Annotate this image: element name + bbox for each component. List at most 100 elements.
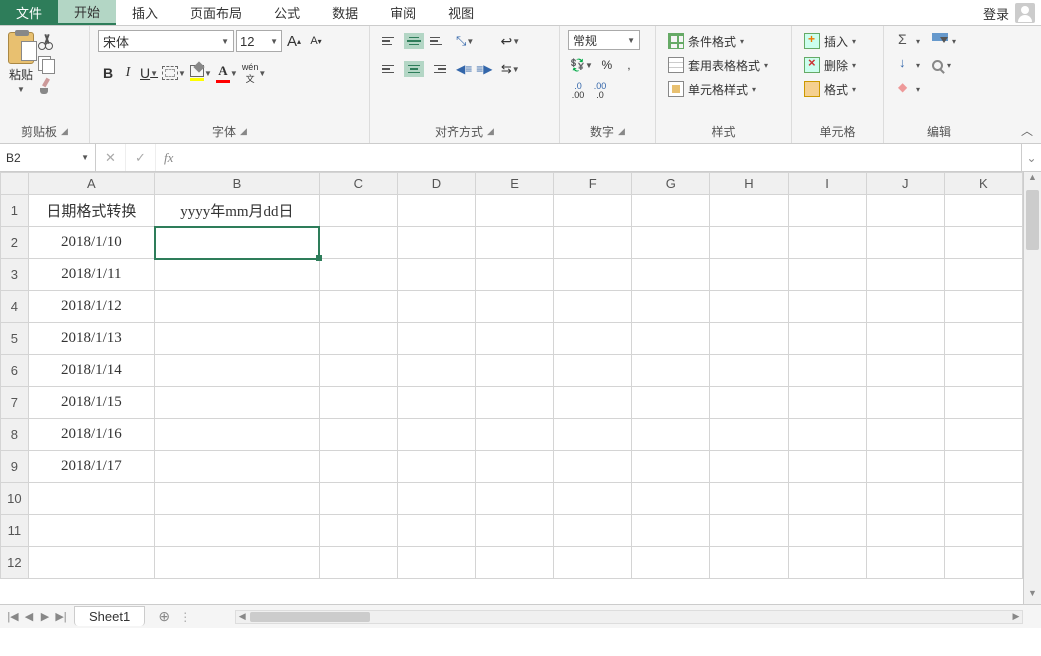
cell-A6[interactable]: 2018/1/14 xyxy=(28,355,154,387)
cell-G1[interactable] xyxy=(632,195,710,227)
cell-F10[interactable] xyxy=(554,483,632,515)
cell-A10[interactable] xyxy=(28,483,154,515)
col-header-B[interactable]: B xyxy=(155,173,320,195)
cell-G4[interactable] xyxy=(632,291,710,323)
cell-K1[interactable] xyxy=(944,195,1022,227)
cell-J3[interactable] xyxy=(866,259,944,291)
cell-J9[interactable] xyxy=(866,451,944,483)
cell-F11[interactable] xyxy=(554,515,632,547)
decrease-indent-button[interactable]: ◀≡ xyxy=(454,58,474,80)
font-dialog-launcher[interactable]: ◢ xyxy=(240,126,247,137)
cell-I10[interactable] xyxy=(788,483,866,515)
fx-button[interactable]: fx xyxy=(156,150,181,166)
cell-D8[interactable] xyxy=(397,419,475,451)
currency-button[interactable]: 💱▼ xyxy=(568,54,595,76)
cell-H4[interactable] xyxy=(710,291,788,323)
borders-button[interactable]: ▼ xyxy=(160,62,188,84)
autosum-button[interactable]: ▾ xyxy=(892,30,924,52)
increase-indent-button[interactable]: ≡▶ xyxy=(474,58,494,80)
cell-D2[interactable] xyxy=(397,227,475,259)
cell-K7[interactable] xyxy=(944,387,1022,419)
merge-cells-button[interactable]: ⇆▼ xyxy=(498,58,522,80)
prev-sheet-button[interactable]: ◀ xyxy=(22,610,36,623)
cell-C1[interactable] xyxy=(319,195,397,227)
cell-K2[interactable] xyxy=(944,227,1022,259)
cell-E3[interactable] xyxy=(476,259,554,291)
row-header-3[interactable]: 3 xyxy=(1,259,29,291)
cell-J12[interactable] xyxy=(866,547,944,579)
col-header-A[interactable]: A xyxy=(28,173,154,195)
expand-formula-bar-button[interactable]: ⌄ xyxy=(1021,144,1041,171)
last-sheet-button[interactable]: ▶| xyxy=(54,610,68,623)
cell-A3[interactable]: 2018/1/11 xyxy=(28,259,154,291)
add-sheet-button[interactable]: ⊕ xyxy=(153,608,175,626)
alignment-dialog-launcher[interactable]: ◢ xyxy=(487,126,494,137)
font-color-button[interactable]: A▼ xyxy=(214,62,240,84)
cell-J11[interactable] xyxy=(866,515,944,547)
enter-formula-button[interactable]: ✓ xyxy=(126,144,156,171)
cell-B10[interactable] xyxy=(155,483,320,515)
row-header-4[interactable]: 4 xyxy=(1,291,29,323)
wrap-text-button[interactable]: ↩▼ xyxy=(498,30,522,52)
row-header-9[interactable]: 9 xyxy=(1,451,29,483)
italic-button[interactable]: I xyxy=(118,62,138,84)
cell-F5[interactable] xyxy=(554,323,632,355)
increase-decimal-button[interactable]: .0.00 xyxy=(568,80,588,102)
cell-I3[interactable] xyxy=(788,259,866,291)
cell-J8[interactable] xyxy=(866,419,944,451)
cell-E7[interactable] xyxy=(476,387,554,419)
cell-E6[interactable] xyxy=(476,355,554,387)
clear-button[interactable]: ▾ xyxy=(892,78,924,100)
cell-F9[interactable] xyxy=(554,451,632,483)
cell-K9[interactable] xyxy=(944,451,1022,483)
cell-D1[interactable] xyxy=(397,195,475,227)
cell-K3[interactable] xyxy=(944,259,1022,291)
cell-I2[interactable] xyxy=(788,227,866,259)
cell-K5[interactable] xyxy=(944,323,1022,355)
cell-G10[interactable] xyxy=(632,483,710,515)
menu-tab-home[interactable]: 开始 xyxy=(58,0,116,25)
cell-I1[interactable] xyxy=(788,195,866,227)
cell-D3[interactable] xyxy=(397,259,475,291)
font-size-select[interactable]: 12▼ xyxy=(236,30,282,52)
cell-D11[interactable] xyxy=(397,515,475,547)
conditional-format-button[interactable]: 条件格式▾ xyxy=(664,30,748,52)
phonetic-button[interactable]: wén文▼ xyxy=(240,62,268,84)
cell-F4[interactable] xyxy=(554,291,632,323)
col-header-K[interactable]: K xyxy=(944,173,1022,195)
cell-E9[interactable] xyxy=(476,451,554,483)
align-left-button[interactable] xyxy=(378,58,402,80)
cell-E2[interactable] xyxy=(476,227,554,259)
cell-D4[interactable] xyxy=(397,291,475,323)
row-header-1[interactable]: 1 xyxy=(1,195,29,227)
col-header-J[interactable]: J xyxy=(866,173,944,195)
grow-font-button[interactable]: A▴ xyxy=(284,30,304,52)
collapse-ribbon-button[interactable]: ︿ xyxy=(1021,122,1033,139)
comma-button[interactable]: , xyxy=(619,54,639,76)
cell-H7[interactable] xyxy=(710,387,788,419)
name-box[interactable]: B2▼ xyxy=(0,144,96,171)
cell-J4[interactable] xyxy=(866,291,944,323)
font-name-select[interactable]: 宋体▼ xyxy=(98,30,234,52)
cell-K4[interactable] xyxy=(944,291,1022,323)
sort-filter-button[interactable]: ▾ xyxy=(928,30,960,52)
cell-J7[interactable] xyxy=(866,387,944,419)
login-area[interactable]: 登录 xyxy=(983,0,1035,26)
cell-I5[interactable] xyxy=(788,323,866,355)
clipboard-dialog-launcher[interactable]: ◢ xyxy=(61,126,68,137)
cell-F2[interactable] xyxy=(554,227,632,259)
cell-F7[interactable] xyxy=(554,387,632,419)
cancel-formula-button[interactable]: ✕ xyxy=(96,144,126,171)
cell-E12[interactable] xyxy=(476,547,554,579)
select-all-corner[interactable] xyxy=(1,173,29,195)
row-header-6[interactable]: 6 xyxy=(1,355,29,387)
cell-F12[interactable] xyxy=(554,547,632,579)
align-right-button[interactable] xyxy=(426,58,450,80)
cell-H10[interactable] xyxy=(710,483,788,515)
cell-B3[interactable] xyxy=(155,259,320,291)
cell-K12[interactable] xyxy=(944,547,1022,579)
cell-B7[interactable] xyxy=(155,387,320,419)
decrease-decimal-button[interactable]: .00.0 xyxy=(590,80,610,102)
menu-tab-review[interactable]: 审阅 xyxy=(374,0,432,25)
vertical-scrollbar[interactable]: ▲ ▼ xyxy=(1023,172,1041,604)
